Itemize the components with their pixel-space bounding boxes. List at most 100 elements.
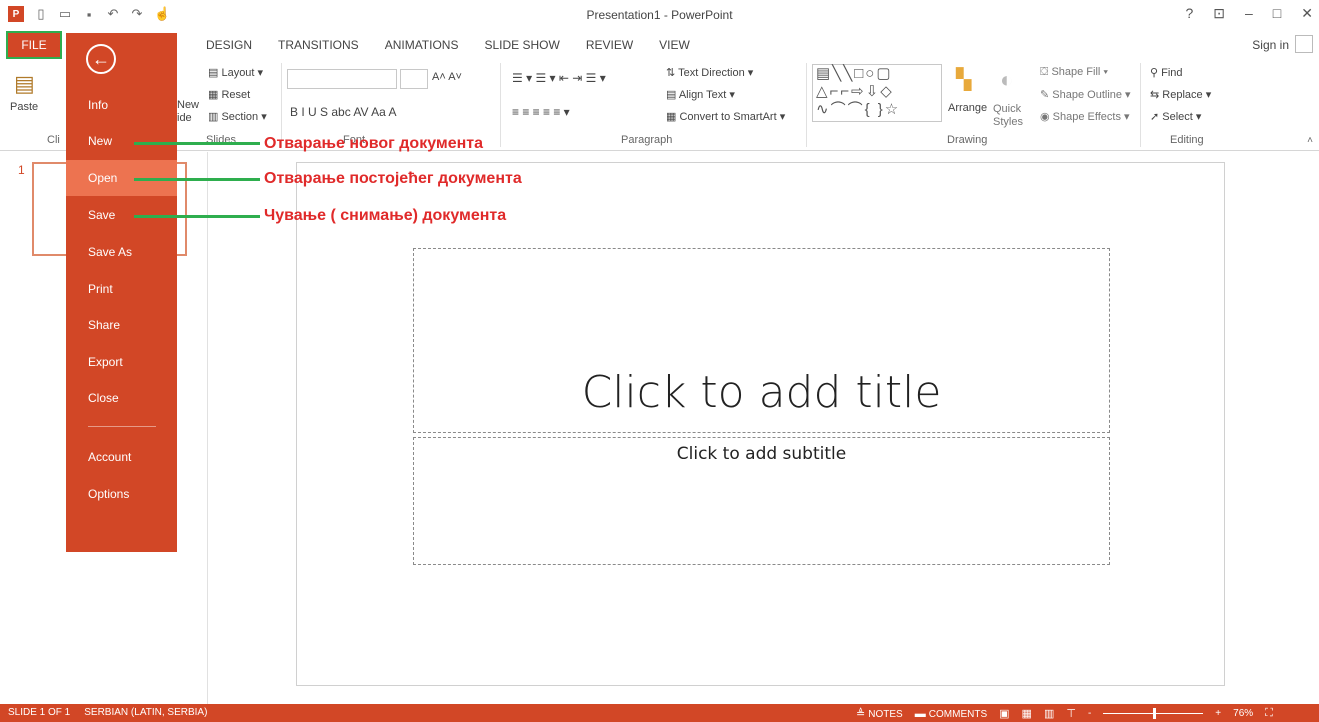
reading-view-icon[interactable]: ▥ — [1044, 707, 1054, 720]
layout-button[interactable]: ▤ Layout ▾ — [208, 66, 263, 79]
status-right: ≜ NOTES ▬ COMMENTS ▣ ▦ ▥ ⊤ - + 76% ⛶ — [856, 707, 1273, 720]
annotation-line-open — [134, 178, 260, 181]
tab-transitions[interactable]: TRANSITIONS — [278, 38, 359, 52]
zoom-level[interactable]: 76% — [1233, 708, 1253, 719]
arrange-button[interactable]: Arrange — [948, 102, 987, 114]
window-controls: ? ⊡ – □ ✕ — [1185, 5, 1313, 22]
menu-item-print[interactable]: Print — [66, 271, 177, 307]
menu-item-new[interactable]: New — [66, 123, 177, 159]
help-button[interactable]: ? — [1185, 5, 1193, 22]
align-text-icon: ▤ — [666, 89, 679, 101]
replace-icon: ⇆ — [1150, 89, 1163, 101]
menu-item-export[interactable]: Export — [66, 344, 177, 380]
text-direction-button[interactable]: ⇅ Text Direction ▾ — [666, 66, 753, 79]
menu-item-close[interactable]: Close — [66, 380, 177, 416]
sign-in-link[interactable]: Sign in — [1252, 38, 1289, 52]
open-icon[interactable]: ▭ — [58, 6, 72, 22]
font-format-buttons[interactable]: B I U S abc AV Aa A — [290, 105, 397, 119]
reset-button[interactable]: ▦ Reset — [208, 88, 250, 101]
list-buttons[interactable]: ☰ ▾ ☰ ▾ ⇤ ⇥ ☰ ▾ — [512, 71, 606, 85]
convert-smartart-button[interactable]: ▦ Convert to SmartArt ▾ — [666, 110, 785, 123]
font-family-dropdown[interactable] — [287, 69, 397, 89]
drawing-group-label: Drawing — [947, 134, 988, 146]
menu-item-account[interactable]: Account — [66, 439, 177, 475]
font-size-dropdown[interactable] — [400, 69, 428, 89]
tab-slide-show[interactable]: SLIDE SHOW — [484, 38, 559, 52]
subtitle-placeholder[interactable]: Click to add subtitle — [413, 437, 1110, 565]
zoom-slider-thumb[interactable] — [1153, 708, 1157, 719]
pencil-icon: ✎ — [1040, 89, 1053, 101]
tab-file[interactable]: FILE — [6, 31, 62, 59]
annotation-line-new — [134, 142, 260, 145]
normal-view-icon[interactable]: ▣ — [999, 707, 1009, 720]
annotation-open-document: Отварање постојећег документа — [264, 170, 522, 187]
new-icon[interactable]: ▯ — [34, 6, 48, 22]
tab-design[interactable]: DESIGN — [206, 38, 252, 52]
redo-icon[interactable]: ↷ — [130, 6, 144, 22]
close-button[interactable]: ✕ — [1301, 5, 1313, 22]
status-left: SLIDE 1 OF 1 SERBIAN (LATIN, SERBIA) — [8, 707, 207, 718]
menu-item-share[interactable]: Share — [66, 307, 177, 343]
save-icon[interactable]: ▪ — [82, 7, 96, 22]
new-slide-button[interactable]: New — [177, 99, 199, 111]
menu-item-save-as[interactable]: Save As — [66, 234, 177, 270]
ribbon-tabs: FILE DESIGN TRANSITIONS ANIMATIONS SLIDE… — [0, 31, 1319, 59]
maximize-button[interactable]: □ — [1273, 5, 1281, 22]
tab-animations[interactable]: ANIMATIONS — [385, 38, 459, 52]
new-slide-label: ide — [177, 112, 192, 124]
tab-review[interactable]: REVIEW — [586, 38, 633, 52]
collapse-ribbon-icon[interactable]: ˄ — [1307, 135, 1313, 146]
title-placeholder[interactable]: Click to add title — [413, 248, 1110, 433]
ribbon-display-button[interactable]: ⊡ — [1213, 5, 1225, 22]
comments-button[interactable]: ▬ COMMENTS — [915, 708, 987, 720]
paint-bucket-icon: ⛋ — [1040, 66, 1052, 78]
notes-icon: ≜ — [856, 708, 869, 720]
paste-button[interactable]: Paste — [10, 101, 38, 113]
shape-effects-button[interactable]: ◉ Shape Effects ▾ — [1040, 110, 1130, 123]
ribbon-separator — [500, 63, 501, 147]
status-bar: SLIDE 1 OF 1 SERBIAN (LATIN, SERBIA) ≜ N… — [0, 704, 1319, 722]
paste-icon[interactable]: ▤ — [14, 71, 35, 97]
shape-outline-button[interactable]: ✎ Shape Outline ▾ — [1040, 88, 1131, 101]
zoom-in-button[interactable]: + — [1215, 708, 1221, 719]
arrange-icon: ▚ — [956, 69, 972, 91]
quick-styles-button[interactable]: Quick — [993, 103, 1021, 115]
user-icon[interactable] — [1295, 35, 1313, 53]
file-backstage-menu: ← Info New Open Save Save As Print Share… — [66, 33, 177, 552]
menu-item-options[interactable]: Options — [66, 476, 177, 512]
ribbon: ▤ Paste Cli New ide ▤ Layout ▾ ▦ Reset ▥… — [0, 59, 1319, 151]
smartart-icon: ▦ — [666, 111, 680, 123]
shapes-gallery[interactable]: ▤╲╲□○▢ △⌐⌐⇨⇩◇ ∿⌒⌒{ }☆ — [812, 64, 942, 122]
minimize-button[interactable]: – — [1245, 5, 1253, 22]
replace-button[interactable]: ⇆ Replace ▾ — [1150, 88, 1211, 101]
menu-item-info[interactable]: Info — [66, 87, 177, 123]
alignment-buttons[interactable]: ≡ ≡ ≡ ≡ ≡ ▾ — [512, 105, 570, 119]
touch-mode-icon[interactable]: ☝ — [154, 6, 170, 22]
find-button[interactable]: ⚲ Find — [1150, 66, 1183, 79]
section-button[interactable]: ▥ Section ▾ — [208, 110, 267, 123]
slideshow-icon[interactable]: ⊤ — [1066, 707, 1076, 720]
quick-access-toolbar: P ▯ ▭ ▪ ↶ ↷ ☝ — [8, 6, 170, 22]
notes-button[interactable]: ≜ NOTES — [856, 707, 903, 720]
slide-indicator: SLIDE 1 OF 1 — [8, 707, 71, 718]
annotation-save-document: Чување ( снимање) документа — [264, 207, 507, 224]
select-button[interactable]: ➚ Select ▾ — [1150, 110, 1201, 123]
back-arrow-icon[interactable]: ← — [86, 44, 116, 74]
grow-font-icon[interactable]: A˄ A˅ — [432, 71, 462, 83]
annotation-line-save — [134, 215, 260, 218]
cursor-icon: ➚ — [1150, 111, 1163, 123]
align-text-button[interactable]: ▤ Align Text ▾ — [666, 88, 735, 101]
zoom-slider[interactable] — [1103, 708, 1204, 719]
menu-divider — [88, 426, 156, 427]
comment-icon: ▬ — [914, 707, 929, 720]
shape-fill-button[interactable]: ⛋ Shape Fill ▾ — [1040, 66, 1108, 79]
binoculars-icon: ⚲ — [1150, 67, 1162, 79]
layout-icon: ▤ — [208, 67, 222, 79]
language-indicator[interactable]: SERBIAN (LATIN, SERBIA) — [84, 707, 207, 718]
fit-slide-icon[interactable]: ⛶ — [1265, 707, 1273, 720]
undo-icon[interactable]: ↶ — [106, 6, 120, 22]
slide-sorter-icon[interactable]: ▦ — [1022, 707, 1032, 720]
text-direction-icon: ⇅ — [666, 67, 679, 79]
zoom-out-button[interactable]: - — [1088, 708, 1091, 719]
tab-view[interactable]: VIEW — [659, 38, 690, 52]
